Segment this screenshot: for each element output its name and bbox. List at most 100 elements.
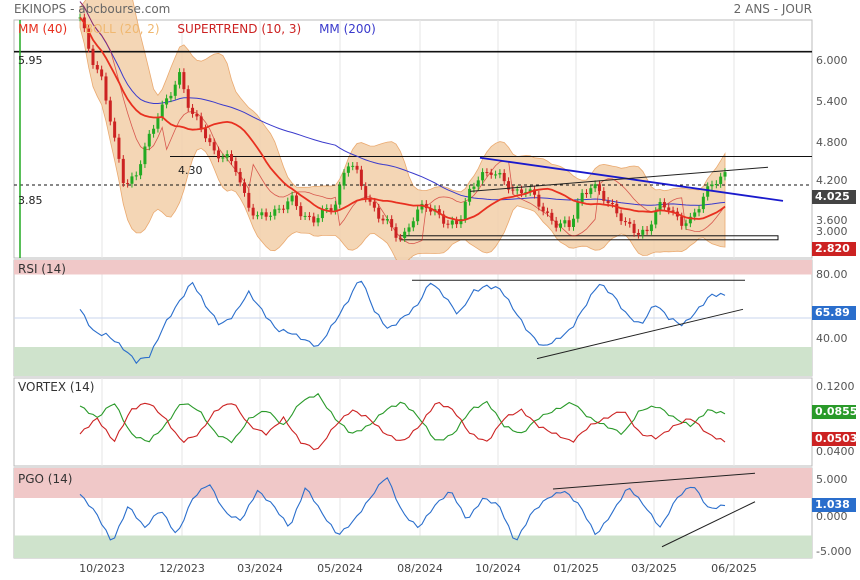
candle-body: [273, 209, 277, 216]
candle-body: [662, 202, 666, 208]
vortex-plus-badge: 0.0855: [812, 405, 857, 419]
x-tick-label: 12/2023: [159, 562, 205, 575]
bollinger-band: [79, 0, 726, 265]
candle-body: [584, 192, 588, 195]
candle-body: [602, 190, 606, 201]
candle-body: [511, 189, 515, 191]
x-tick-label: 10/2024: [475, 562, 521, 575]
candle-body: [680, 216, 684, 226]
candle-body: [485, 172, 489, 174]
level-label-595: 5.95: [18, 54, 43, 67]
vortex-tick: 0.1200: [816, 380, 855, 393]
candle-body: [377, 207, 381, 219]
candle-body: [489, 172, 493, 175]
x-tick-label: 01/2025: [553, 562, 599, 575]
pgo-lower-zone: [14, 535, 812, 558]
candle-body: [550, 212, 554, 221]
candle-body: [654, 210, 658, 225]
candle-body: [593, 184, 597, 189]
candle-body: [156, 116, 160, 129]
candle-body: [351, 165, 355, 167]
legend-mm200[interactable]: MM (200): [319, 22, 376, 36]
candle-body: [169, 95, 173, 99]
candle-body: [186, 89, 190, 108]
candle-body: [242, 182, 246, 193]
candle-body: [394, 227, 398, 238]
legend-supertrend[interactable]: SUPERTREND (10, 3): [177, 22, 301, 36]
candle-body: [649, 224, 653, 232]
candle-body: [182, 72, 186, 90]
candle-body: [710, 184, 714, 187]
supertrend-badge: 2.820: [812, 242, 856, 256]
candle-body: [667, 207, 671, 211]
candle-body: [316, 218, 320, 223]
level-label-430: 4.30: [178, 164, 203, 177]
candle-body: [502, 172, 506, 182]
pgo-title[interactable]: PGO (14): [18, 472, 72, 486]
rsi-value-badge: 65.89: [812, 306, 856, 320]
pgo-tick: 5.000: [816, 473, 848, 486]
candle-body: [589, 188, 593, 195]
rsi-title[interactable]: RSI (14): [18, 262, 66, 276]
candle-body: [217, 150, 221, 159]
candle-body: [571, 218, 575, 227]
candle-body: [546, 211, 550, 213]
candle-body: [610, 203, 614, 205]
candle-body: [407, 227, 411, 232]
pgo-upper-zone: [14, 468, 812, 498]
candle-body: [126, 183, 130, 185]
panel-frame-vortex: [13, 377, 813, 467]
candle-body: [645, 229, 649, 232]
candle-body: [294, 195, 298, 207]
candle-body: [706, 186, 710, 197]
last-price-badge: 4.025: [812, 190, 856, 204]
candle-body: [450, 220, 454, 225]
candle-body: [515, 189, 519, 191]
candle-body: [723, 172, 727, 177]
candle-body: [333, 204, 337, 211]
candle-body: [208, 138, 212, 143]
candle-body: [468, 188, 472, 202]
candle-body: [130, 176, 134, 184]
candle-body: [355, 165, 359, 170]
candle-body: [697, 209, 701, 213]
candle-body: [342, 172, 346, 186]
candle-body: [615, 203, 619, 214]
candle-body: [173, 84, 177, 96]
candle-body: [230, 154, 234, 162]
candle-body: [113, 121, 117, 138]
legend-boll[interactable]: BOLL (20, 2): [85, 22, 160, 36]
candle-body: [299, 206, 303, 217]
candle-body: [346, 166, 350, 173]
candle-body: [714, 184, 718, 186]
candle-body: [268, 215, 272, 217]
candle-body: [286, 201, 290, 210]
rsi-oversold-zone: [14, 347, 812, 376]
x-tick-label: 08/2024: [397, 562, 443, 575]
candle-body: [494, 174, 498, 176]
vortex-plus-line: [79, 392, 726, 444]
x-tick-label: 10/2023: [79, 562, 125, 575]
price-tick: 4.200: [816, 174, 848, 187]
candle-body: [329, 208, 333, 211]
candle-body: [684, 223, 688, 226]
price-tick: 6.000: [816, 54, 848, 67]
candle-body: [719, 176, 723, 185]
candle-body: [481, 172, 485, 181]
vortex-title[interactable]: VORTEX (14): [18, 380, 95, 394]
candle-body: [143, 146, 147, 165]
candle-body: [537, 194, 541, 207]
rsi-tick: 80.00: [816, 268, 848, 281]
candle-body: [212, 142, 216, 151]
candle-body: [251, 207, 255, 216]
candle-body: [619, 213, 623, 222]
legend-mm40[interactable]: MM (40): [18, 22, 67, 36]
pgo-value-badge: 1.038: [812, 498, 856, 512]
candle-body: [403, 231, 407, 239]
candle-body: [134, 175, 138, 177]
pgo-tick: -5.000: [816, 545, 852, 558]
candle-body: [238, 171, 242, 183]
price-legend: MM (40) BOLL (20, 2) SUPERTREND (10, 3) …: [18, 22, 390, 36]
candle-body: [307, 215, 311, 217]
candle-body: [632, 223, 636, 233]
